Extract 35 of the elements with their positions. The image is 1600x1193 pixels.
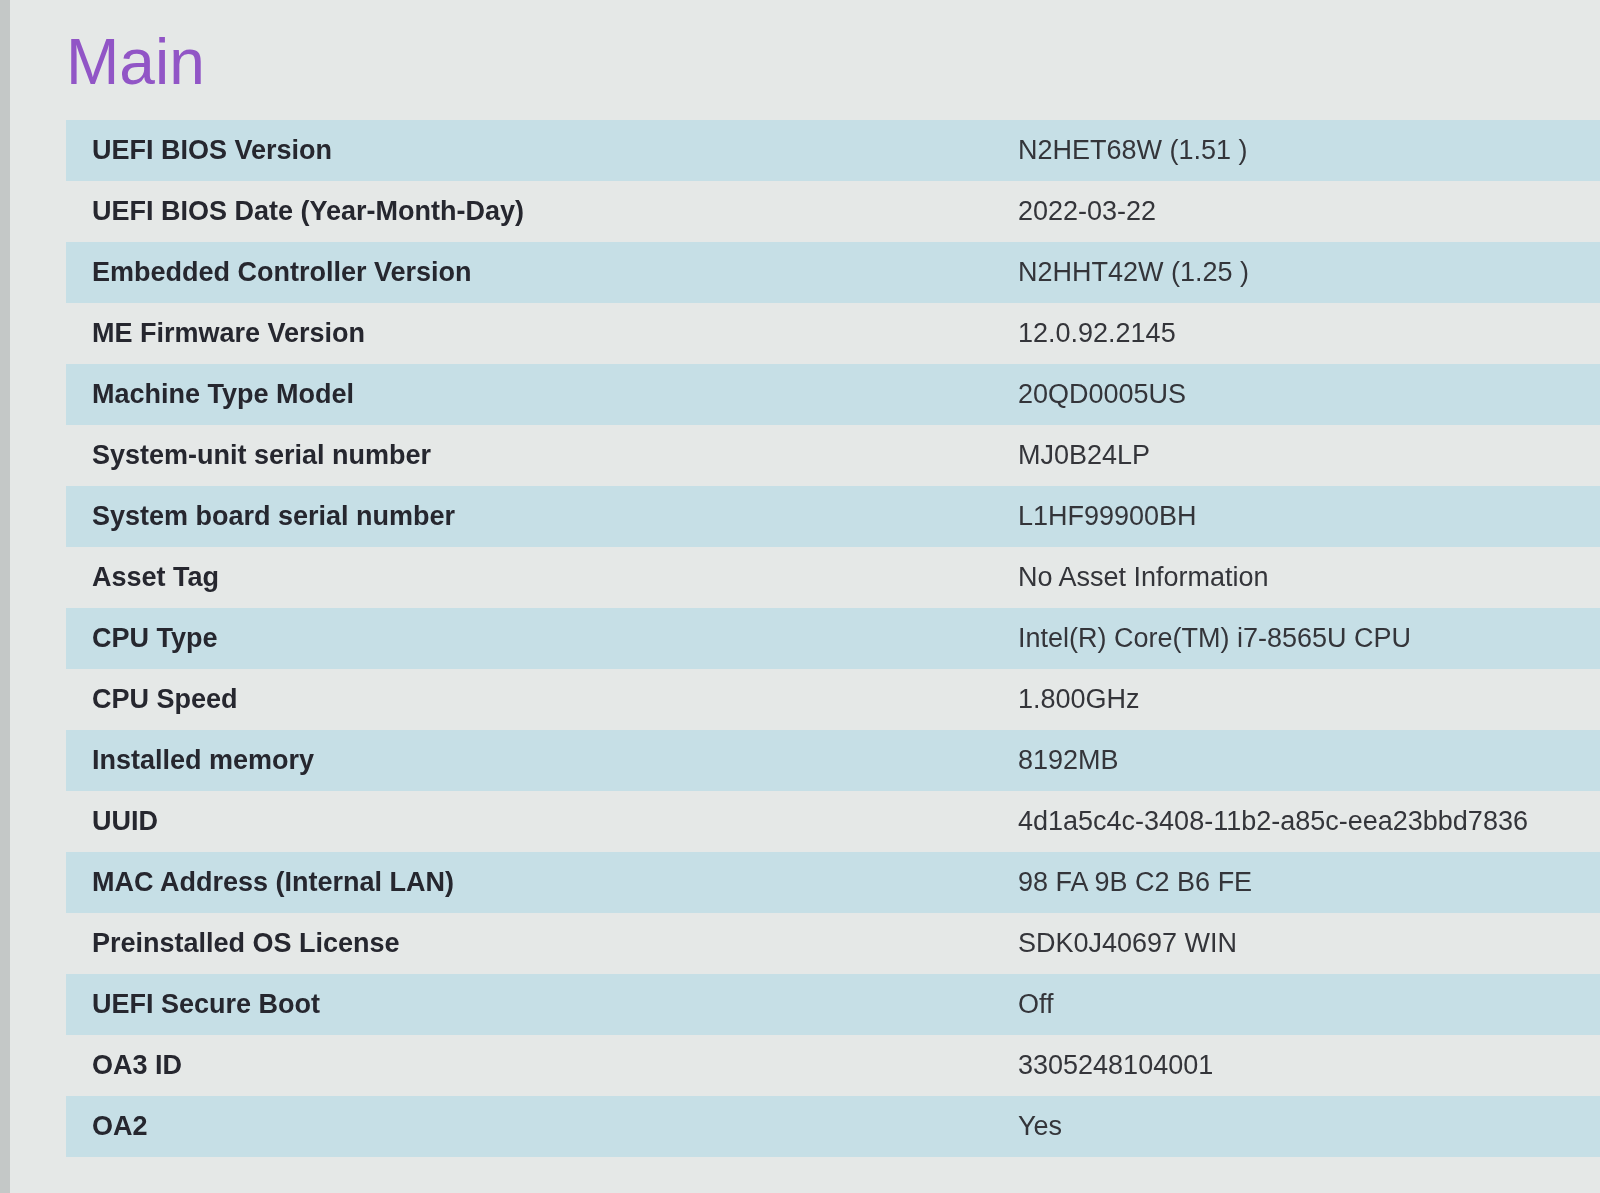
field-value: Intel(R) Core(TM) i7-8565U CPU (1018, 623, 1412, 654)
field-value: No Asset Information (1018, 562, 1269, 593)
field-label: Asset Tag (92, 562, 220, 593)
field-value: 20QD0005US (1018, 379, 1187, 410)
field-value: 2022-03-22 (1018, 196, 1157, 227)
field-value: Yes (1018, 1111, 1063, 1142)
field-label: Machine Type Model (92, 379, 355, 410)
field-label: Preinstalled OS License (92, 928, 400, 959)
field-value: SDK0J40697 WIN (1018, 928, 1238, 959)
field-value: L1HF99900BH (1018, 501, 1197, 532)
page-title: Main (66, 25, 205, 100)
field-value: 4d1a5c4c-3408-11b2-a85c-eea23bbd7836 (1018, 806, 1528, 837)
field-value: 3305248104001 (1018, 1050, 1214, 1081)
field-label: System-unit serial number (92, 440, 432, 471)
field-value: 12.0.92.2145 (1018, 318, 1176, 349)
field-label: Installed memory (92, 745, 315, 776)
field-label: UEFI BIOS Version (92, 135, 333, 166)
field-value: Off (1018, 989, 1054, 1020)
field-label: OA3 ID (92, 1050, 183, 1081)
field-value: N2HET68W (1.51 ) (1018, 135, 1248, 166)
field-value: MJ0B24LP (1018, 440, 1151, 471)
field-label: UUID (92, 806, 158, 837)
field-label: System board serial number (92, 501, 456, 532)
field-value: N2HHT42W (1.25 ) (1018, 257, 1250, 288)
field-label: MAC Address (Internal LAN) (92, 867, 455, 898)
field-label: CPU Speed (92, 684, 238, 715)
field-label: UEFI Secure Boot (92, 989, 321, 1020)
field-label: ME Firmware Version (92, 318, 366, 349)
field-value: 8192MB (1018, 745, 1119, 776)
field-label: OA2 (92, 1111, 148, 1142)
field-label: Embedded Controller Version (92, 257, 472, 288)
field-value: 1.800GHz (1018, 684, 1140, 715)
field-label: CPU Type (92, 623, 218, 654)
field-label: UEFI BIOS Date (Year-Month-Day) (92, 196, 525, 227)
field-value: 98 FA 9B C2 B6 FE (1018, 867, 1253, 898)
